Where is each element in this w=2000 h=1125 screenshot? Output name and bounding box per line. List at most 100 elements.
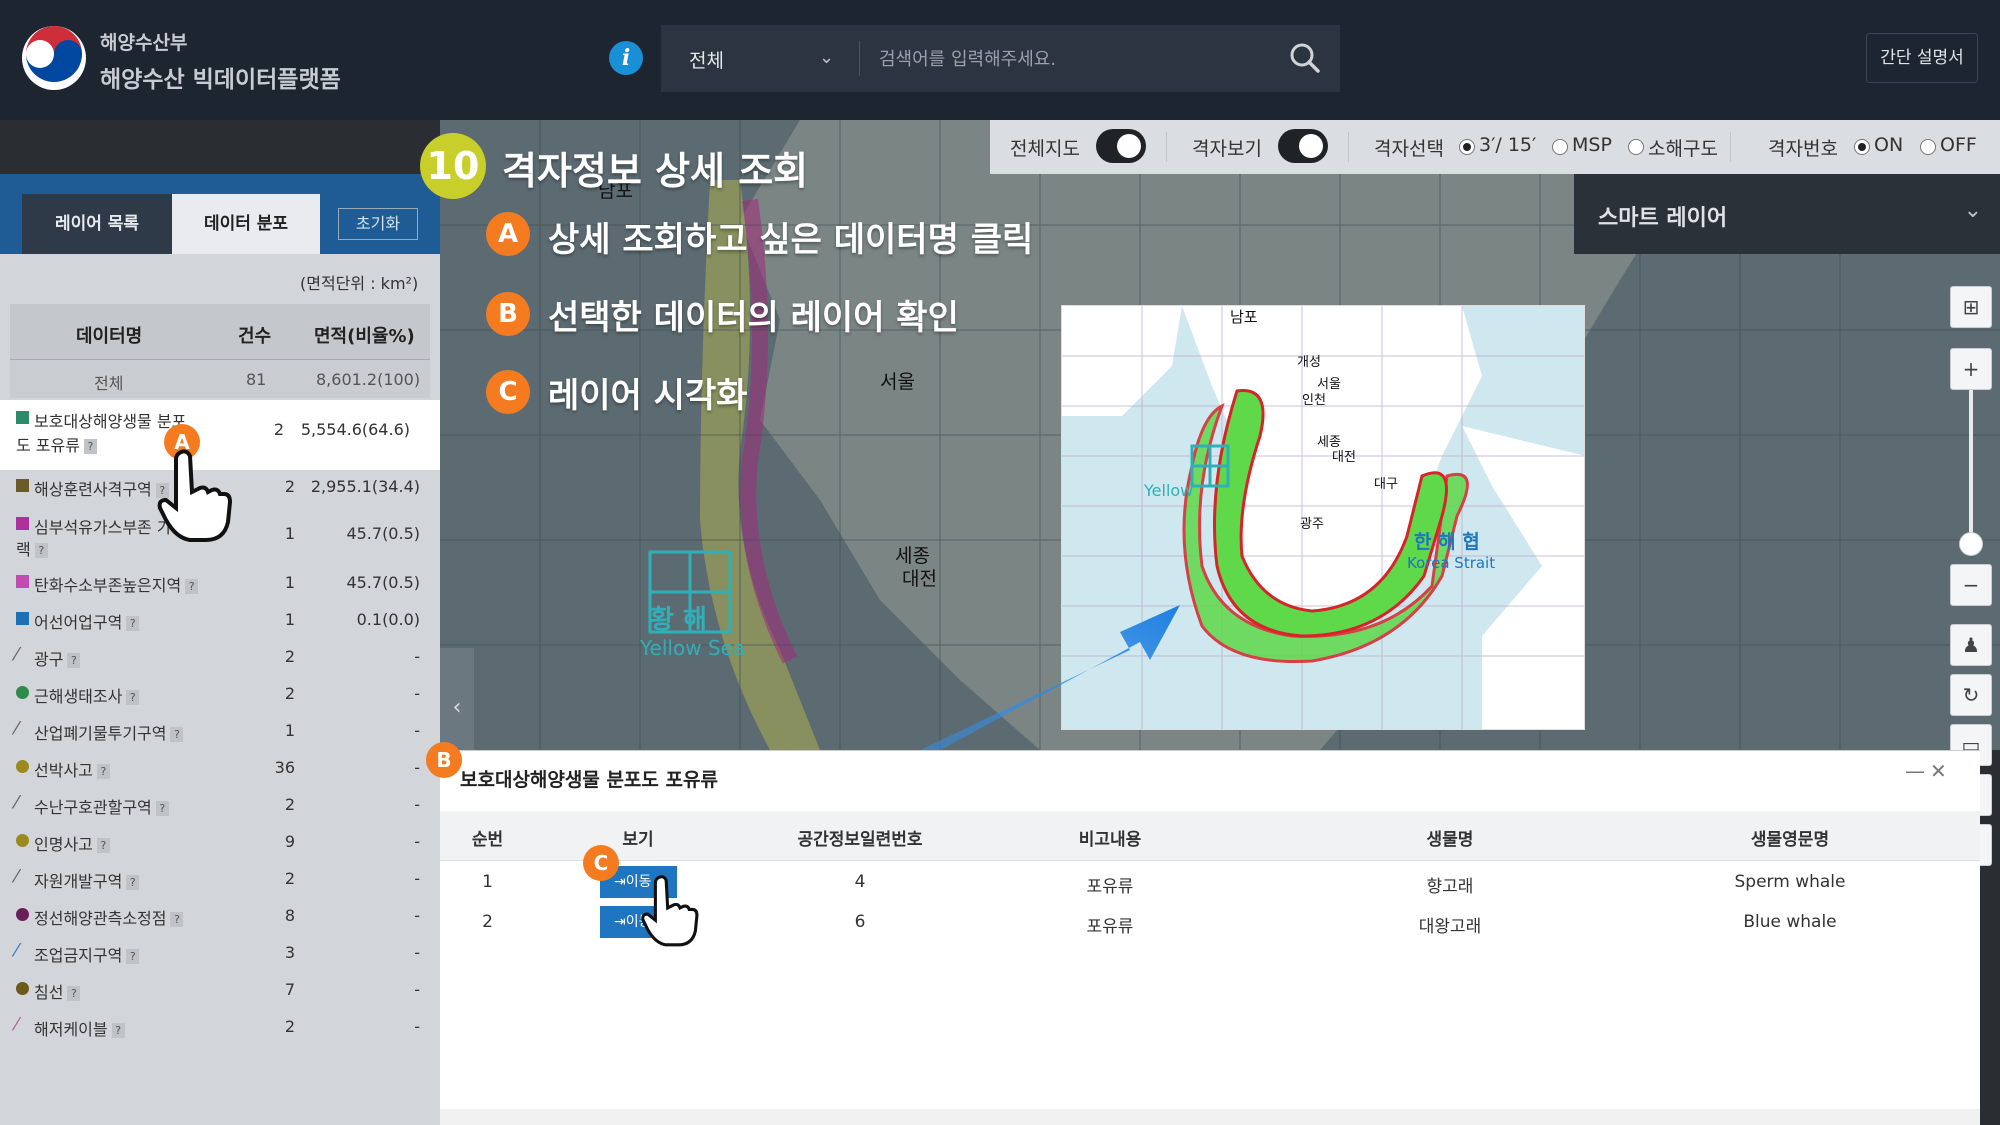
grid-option-3-15: 3′/ 15′ xyxy=(1479,134,1537,156)
row-name[interactable]: 어선어업구역? xyxy=(34,609,140,633)
smart-layer-dropdown[interactable]: 스마트 레이어 ⌄ xyxy=(1574,174,2000,254)
full-map-switch[interactable] xyxy=(1096,129,1146,163)
column-header-english: 생물영문명 xyxy=(1750,830,1830,850)
detail-table-header: 순번 보기 공간정보일련번호 비고내용 생물명 생물영문명 xyxy=(440,811,1980,861)
minimize-icon[interactable]: — xyxy=(1905,759,1925,783)
table-row[interactable]: ⁄ 조업금지구역? 3 - xyxy=(10,934,430,970)
column-header-count: 건수 xyxy=(238,326,272,347)
row-count: 2 xyxy=(284,869,295,888)
row-name[interactable]: 침선? xyxy=(34,979,81,1003)
row-name-cont[interactable]: 랙? xyxy=(16,536,48,560)
table-row[interactable]: 근해생태조사? 2 - xyxy=(10,675,430,711)
row-name[interactable]: 수난구호관할구역? xyxy=(34,794,169,818)
row-count: 2 xyxy=(273,420,284,439)
column-header-no: 순번 xyxy=(471,830,504,850)
close-icon[interactable]: ✕ xyxy=(1930,759,1947,783)
legend-swatch xyxy=(16,612,29,625)
legend-swatch xyxy=(16,411,29,424)
total-name: 전체 xyxy=(94,374,124,393)
grid-option-3-15-radio[interactable] xyxy=(1459,139,1475,155)
row-name[interactable]: 보호대상해양생물 분포 xyxy=(34,408,186,432)
pegman-icon[interactable]: ♟ xyxy=(1950,624,1992,666)
row-name[interactable]: 근해생태조사? xyxy=(34,683,140,707)
chevron-down-icon[interactable]: ⌄ xyxy=(1964,198,1982,223)
row-area: 45.7(0.5) xyxy=(346,524,420,543)
table-row[interactable]: 정선해양관측소정점? 8 - xyxy=(10,897,430,933)
row-serial: 4 xyxy=(854,872,866,892)
row-name[interactable]: 정선해양관측소정점? xyxy=(34,905,184,929)
line-legend-icon: ⁄ xyxy=(15,1014,19,1035)
table-row-total: 전체 81 8,601.2(100) xyxy=(10,360,430,398)
row-count: 2 xyxy=(284,647,295,666)
table-row[interactable]: ⁄ 수난구호관할구역? 2 - xyxy=(10,786,430,822)
table-row[interactable]: 선박사고? 36 - xyxy=(10,749,430,785)
rotate-icon[interactable]: ↻ xyxy=(1950,674,1992,716)
table-row[interactable]: ⁄ 해저케이블? 2 - xyxy=(10,1008,430,1044)
row-no: 2 xyxy=(482,912,493,932)
row-name[interactable]: 해상훈련사격구역? xyxy=(34,476,169,500)
table-row[interactable]: ⁄ 산업폐기물투기구역? 1 - xyxy=(10,712,430,748)
tab-layer-list[interactable]: 레이어 목록 xyxy=(22,194,172,254)
row-name[interactable]: 해저케이블? xyxy=(34,1016,125,1040)
help-icon: ? xyxy=(67,653,81,668)
table-row[interactable]: 어선어업구역? 1 0.1(0.0) xyxy=(10,601,430,637)
row-english: Blue whale xyxy=(1743,912,1837,932)
row-name[interactable]: 조업금지구역? xyxy=(34,942,140,966)
help-icon: ? xyxy=(170,912,184,927)
row-area: - xyxy=(414,943,420,962)
dot-legend-icon xyxy=(16,982,29,995)
grid-option-sohae-radio[interactable] xyxy=(1628,139,1644,155)
line-legend-icon: ⁄ xyxy=(15,792,19,813)
tab-data-distribution[interactable]: 데이터 분포 xyxy=(172,194,320,254)
row-name-cont[interactable]: 도 포유류? xyxy=(16,432,97,456)
dot-legend-icon xyxy=(16,834,29,847)
plus-icon[interactable]: + xyxy=(1950,348,1992,390)
row-area: - xyxy=(414,1017,420,1036)
grid-number-off-radio[interactable] xyxy=(1920,139,1936,155)
row-name[interactable]: 자원개발구역? xyxy=(34,868,140,892)
horizontal-scrollbar[interactable] xyxy=(440,1109,1980,1125)
row-area: 45.7(0.5) xyxy=(346,573,420,592)
row-name[interactable]: 산업폐기물투기구역? xyxy=(34,720,184,744)
column-header-view: 보기 xyxy=(622,830,654,850)
help-icon: ? xyxy=(155,801,169,816)
full-map-label: 전체지도 xyxy=(1010,138,1080,160)
separator xyxy=(1730,132,1731,162)
legend-swatch xyxy=(16,575,29,588)
zoom-slider-track[interactable] xyxy=(1969,390,1973,540)
help-icon: ? xyxy=(111,1023,125,1038)
grid-number-on-radio[interactable] xyxy=(1854,139,1870,155)
grid-icon[interactable]: ⊞ xyxy=(1950,286,1992,328)
table-row[interactable]: 탄화수소부존높은지역? 1 45.7(0.5) xyxy=(10,564,430,600)
row-name[interactable]: 광구? xyxy=(34,646,81,670)
row-area: - xyxy=(414,980,420,999)
row-name[interactable]: 탄화수소부존높은지역? xyxy=(34,572,199,596)
row-area: - xyxy=(414,684,420,703)
row-area: - xyxy=(414,906,420,925)
grid-number-off: OFF xyxy=(1940,134,1977,156)
row-name[interactable]: 인명사고? xyxy=(34,831,110,855)
grid-option-msp-radio[interactable] xyxy=(1552,139,1568,155)
map-toggle-bar: 전체지도 격자보기 격자선택 3′/ 15′ MSP 소해구도 격자번호 ON … xyxy=(990,120,2000,174)
table-row[interactable]: 침선? 7 - xyxy=(10,971,430,1007)
grid-select-label: 격자선택 xyxy=(1374,138,1444,160)
row-area: - xyxy=(414,869,420,888)
step-a-text: 상세 조회하고 싶은 데이터명 클릭 xyxy=(548,220,1034,260)
grid-view-switch[interactable] xyxy=(1278,129,1328,163)
reset-button[interactable]: 초기화 xyxy=(338,208,418,240)
minus-icon[interactable]: − xyxy=(1950,564,1992,606)
legend-swatch xyxy=(16,517,29,530)
help-icon: ? xyxy=(126,875,140,890)
help-icon: ? xyxy=(34,543,48,558)
row-name[interactable]: 선박사고? xyxy=(34,757,110,781)
zoom-slider-handle[interactable] xyxy=(1959,532,1983,556)
column-header-area: 면적(비율%) xyxy=(314,326,415,347)
row-note: 포유류 xyxy=(1086,917,1134,937)
row-count: 2 xyxy=(284,1017,295,1036)
table-row[interactable]: ⁄ 광구? 2 - xyxy=(10,638,430,674)
table-row[interactable]: 인명사고? 9 - xyxy=(10,823,430,859)
total-area: 8,601.2(100) xyxy=(316,370,421,389)
help-icon: ? xyxy=(170,727,184,742)
step-number-badge: 10 xyxy=(420,133,486,199)
table-row[interactable]: ⁄ 자원개발구역? 2 - xyxy=(10,860,430,896)
